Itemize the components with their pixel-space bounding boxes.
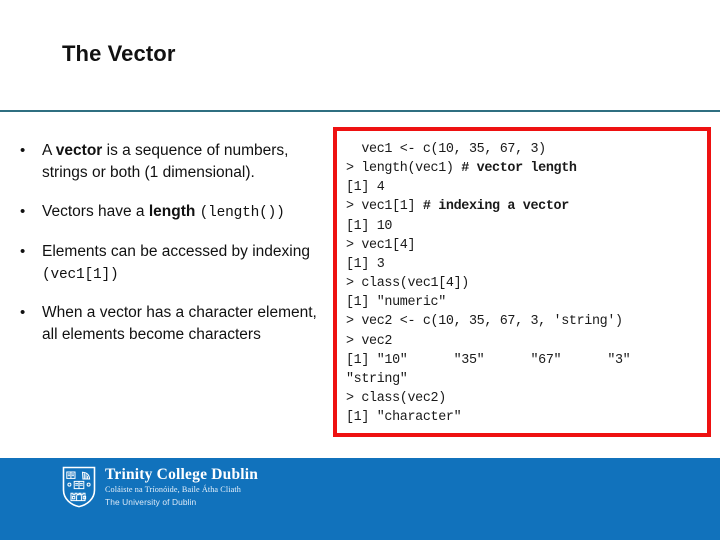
list-item-text: Vectors have a — [42, 203, 149, 220]
code-text: > class(vec1[4]) — [346, 276, 469, 292]
list-item: • Elements can be accessed by indexing (v… — [14, 241, 324, 286]
code-text: > length(vec1) — [346, 161, 462, 177]
list-item-text: length — [148, 203, 196, 220]
code-text: > vec2 — [346, 333, 393, 349]
list-item-text: When a vector has a character element, a… — [42, 304, 317, 344]
code-block: vec1 <- c(10, 35, 67, 3) > length(vec1) … — [337, 131, 707, 427]
list-item-text: (length()) — [199, 205, 285, 221]
code-text: [1] 3 — [346, 256, 385, 272]
list-item: • A vector is a sequence of numbers, stri… — [14, 140, 324, 184]
bullet-marker-icon: • — [20, 242, 26, 260]
code-text: vec1 <- c(10, 35, 67, 3) — [346, 142, 546, 157]
code-comment: # indexing a vector — [422, 199, 569, 215]
code-text: > class(vec2) — [346, 391, 446, 407]
logo-subtitle: The University of Dublin — [105, 496, 197, 507]
code-text: [1] "numeric" — [346, 295, 446, 311]
slide: The Vector • A vector is a sequence of nu… — [0, 0, 720, 540]
list-item-text: vector — [55, 142, 103, 159]
code-panel: vec1 <- c(10, 35, 67, 3) > length(vec1) … — [333, 127, 711, 437]
trinity-college-dublin-logo: Trinity College Dublin Coláiste na Tríon… — [62, 466, 258, 508]
code-text: > vec1[4] — [346, 237, 416, 253]
code-text: "string" — [346, 371, 408, 387]
list-item-text: Elements can be accessed by indexing — [42, 242, 310, 260]
bullet-list: • A vector is a sequence of numbers, stri… — [14, 140, 324, 363]
title-divider — [0, 110, 720, 112]
trinity-crest-icon — [62, 466, 96, 508]
list-item-text: A — [42, 142, 56, 159]
logo-irish-name: Coláiste na Tríonóide, Baile Átha Cliath — [105, 484, 241, 494]
code-text: > vec2 <- c(10, 35, 67, 3, 'string') — [346, 314, 623, 330]
list-item-text: (vec1[1]) — [42, 266, 119, 283]
bullet-marker-icon: • — [20, 304, 26, 322]
code-text: [1] "character" — [346, 410, 462, 426]
code-text: > vec1[1] — [346, 199, 423, 215]
bullet-marker-icon: • — [20, 142, 26, 159]
bullet-marker-icon: • — [20, 203, 26, 220]
list-item: • When a vector has a character element, … — [14, 302, 324, 346]
code-text: [1] 4 — [346, 180, 385, 196]
code-comment: # vector length — [461, 161, 577, 177]
logo-name: Trinity College Dublin — [105, 466, 259, 484]
logo-text-block: Trinity College Dublin Coláiste na Tríon… — [105, 466, 259, 507]
list-item: • Vectors have a length (length()) — [14, 201, 324, 224]
code-text: [1] 10 — [346, 218, 393, 234]
footer-band: Trinity College Dublin Coláiste na Tríon… — [0, 458, 720, 540]
page-title: The Vector — [62, 41, 176, 66]
code-text: [1] "10" "35" "67" "3" — [346, 352, 631, 368]
